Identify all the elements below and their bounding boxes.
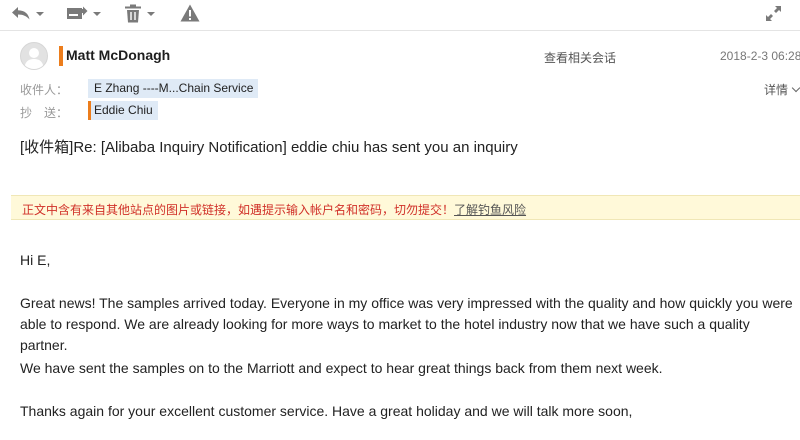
recipient-chip[interactable]: E Zhang ----M...Chain Service [88,79,259,98]
email-greeting: Hi E, [20,252,51,268]
reply-icon [11,6,31,20]
warning-text-line: 正文中含有来自其他站点的图片或链接，如遇提示输入帐户名和密码，切勿提交！了解钓鱼… [22,201,526,218]
chevron-down-icon [791,83,800,93]
phishing-warning-banner: 正文中含有来自其他站点的图片或链接，如遇提示输入帐户名和密码，切勿提交！了解钓鱼… [11,195,800,220]
delete-icon [124,4,142,23]
cc-chip[interactable]: Eddie Chiu [88,101,158,120]
chevron-down-icon [36,11,44,16]
to-label: 收件人： [20,83,69,97]
details-label: 详情 [764,83,789,97]
reply-button[interactable] [11,2,44,24]
email-subject: [收件箱]Re: [Alibaba Inquiry Notification] … [20,139,518,156]
warning-text: 正文中含有来自其他站点的图片或链接，如遇提示输入帐户名和密码，切勿提交！ [22,203,455,217]
avatar[interactable] [20,42,48,70]
delete-button[interactable] [124,2,155,24]
forward-button[interactable] [66,2,101,24]
related-conversations-link[interactable]: 查看相关会话 [544,49,616,66]
phishing-risk-link[interactable]: 了解钓鱼风险 [454,203,526,217]
chevron-down-icon [93,11,101,16]
email-paragraph-2: We have sent the samples on to the Marri… [20,360,663,376]
toolbar [0,0,800,28]
cc-label: 抄 送： [20,106,69,120]
report-spam-button[interactable] [180,2,200,24]
sender-flag [59,46,63,66]
email-datetime: 2018-2-3 06:28 [720,49,800,63]
forward-icon [66,5,88,21]
email-paragraph-1: Great news! The samples arrived today. E… [20,295,793,353]
fullscreen-icon [765,5,782,22]
chevron-down-icon [147,11,155,16]
sender-name[interactable]: Matt McDonagh [66,47,170,63]
warning-icon [180,4,200,22]
toolbar-divider [0,30,800,31]
details-toggle[interactable]: 详情 [764,81,800,98]
fullscreen-button[interactable] [765,2,782,24]
email-paragraph-3: Thanks again for your excellent customer… [20,403,633,419]
